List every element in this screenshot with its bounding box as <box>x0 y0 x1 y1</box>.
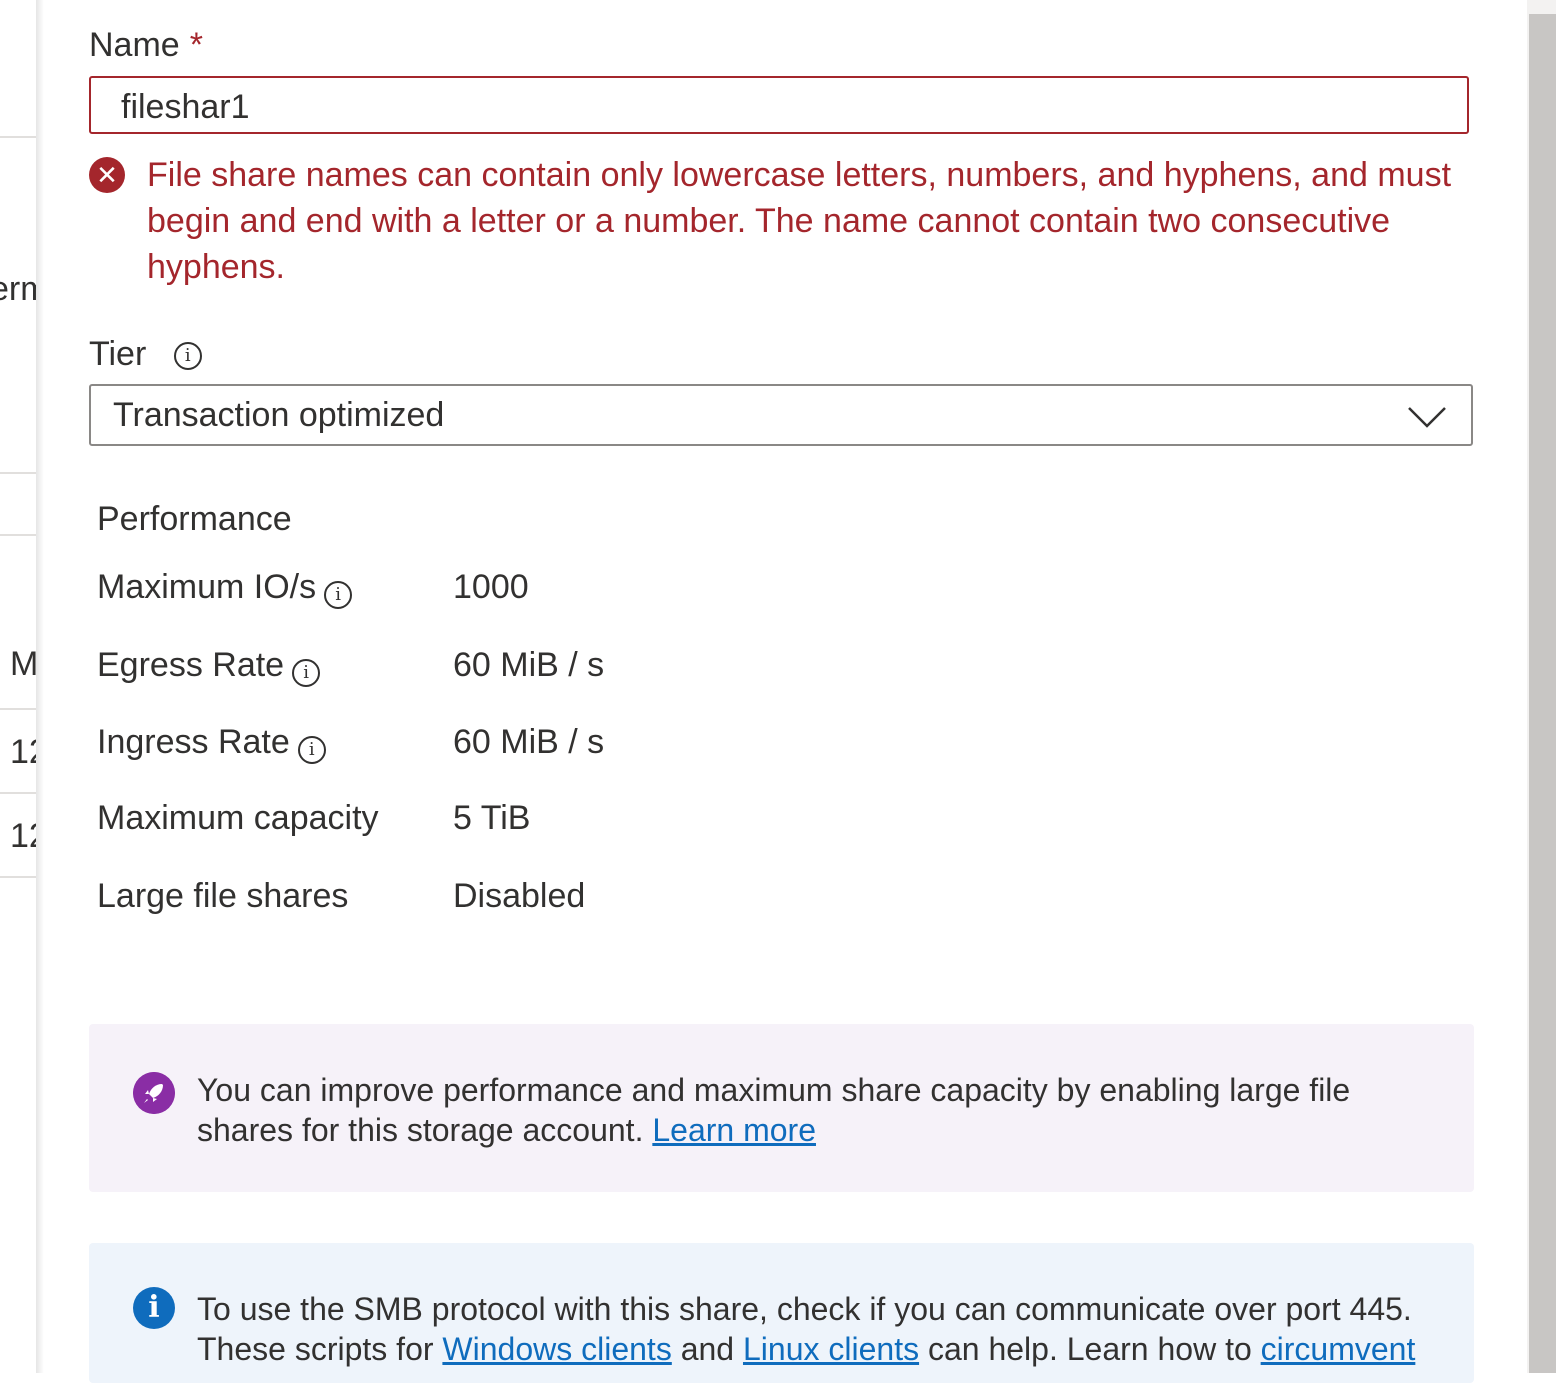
circumvent-link[interactable]: circumvent <box>1261 1331 1416 1367</box>
divider <box>0 708 36 710</box>
windows-clients-link[interactable]: Windows clients <box>442 1331 671 1367</box>
bg-column-header: M <box>10 645 36 683</box>
property-label: Maximum IO/s <box>97 568 317 606</box>
banner-text: can help. Learn how to <box>927 1331 1252 1367</box>
tier-label-text: Tier <box>89 335 147 373</box>
name-error-message: File share names can contain only lowerc… <box>147 156 1452 286</box>
learn-more-link[interactable]: Learn more <box>652 1112 816 1148</box>
tier-label: Tier i <box>89 335 202 374</box>
property-row: Maximum capacity 5 TiB <box>97 799 1097 843</box>
property-name: Ingress Rate i <box>97 723 326 764</box>
required-marker: * <box>189 26 203 64</box>
property-value: Disabled <box>453 877 586 915</box>
property-row: Egress Rate i 60 MiB / s <box>97 646 1097 690</box>
property-row: Ingress Rate i 60 MiB / s <box>97 723 1097 767</box>
banner-message: To use the SMB protocol with this share,… <box>197 1289 1467 1369</box>
bg-cell: 12 <box>10 733 36 771</box>
panel-shadow <box>36 0 44 1373</box>
name-label-text: Name <box>89 26 180 64</box>
divider <box>0 534 36 536</box>
error-icon: ✕ <box>89 157 125 193</box>
tier-dropdown[interactable]: Transaction optimized <box>89 384 1473 446</box>
info-icon[interactable]: i <box>292 659 321 687</box>
property-name: Egress Rate i <box>97 646 321 687</box>
property-value: 1000 <box>453 568 529 606</box>
chevron-down-icon <box>1408 407 1446 428</box>
banner-line: To use the SMB protocol with this share,… <box>197 1291 1412 1327</box>
property-value: 60 MiB / s <box>453 646 605 684</box>
banner-text: and <box>680 1331 735 1367</box>
background-page: erm M 12 12 <box>0 0 36 1373</box>
property-name: Maximum capacity <box>97 799 379 837</box>
smb-info-banner: i To use the SMB protocol with this shar… <box>89 1243 1474 1383</box>
name-input[interactable]: fileshar1 <box>89 76 1469 134</box>
name-label: Name * <box>89 26 203 65</box>
large-file-shares-banner: You can improve performance and maximum … <box>89 1024 1474 1192</box>
property-label: Ingress Rate <box>97 723 290 761</box>
bg-cell: 12 <box>10 817 36 855</box>
property-label: Egress Rate <box>97 646 285 684</box>
property-name: Maximum IO/s i <box>97 568 353 609</box>
property-value: 5 TiB <box>453 799 531 837</box>
property-name: Large file shares <box>97 877 349 915</box>
divider <box>0 472 36 474</box>
linux-clients-link[interactable]: Linux clients <box>743 1331 919 1367</box>
info-icon[interactable]: i <box>173 342 202 371</box>
info-icon[interactable]: i <box>324 581 353 609</box>
banner-message: You can improve performance and maximum … <box>197 1070 1447 1150</box>
performance-title: Performance <box>97 500 292 538</box>
property-row: Maximum IO/s i 1000 <box>97 568 1097 612</box>
bg-text-fragment: erm <box>0 270 36 308</box>
banner-line: These scripts for Windows clients and Li… <box>197 1329 1467 1369</box>
scrollbar-thumb[interactable] <box>1529 14 1556 1373</box>
tier-selected-value: Transaction optimized <box>113 396 445 434</box>
divider <box>0 876 36 878</box>
rocket-icon <box>133 1072 175 1114</box>
info-icon[interactable]: i <box>297 736 326 764</box>
banner-text: These scripts for <box>197 1331 434 1367</box>
divider <box>0 792 36 794</box>
property-value: 60 MiB / s <box>453 723 605 761</box>
divider <box>0 136 36 138</box>
property-row: Large file shares Disabled <box>97 877 1097 921</box>
info-icon: i <box>133 1287 175 1329</box>
